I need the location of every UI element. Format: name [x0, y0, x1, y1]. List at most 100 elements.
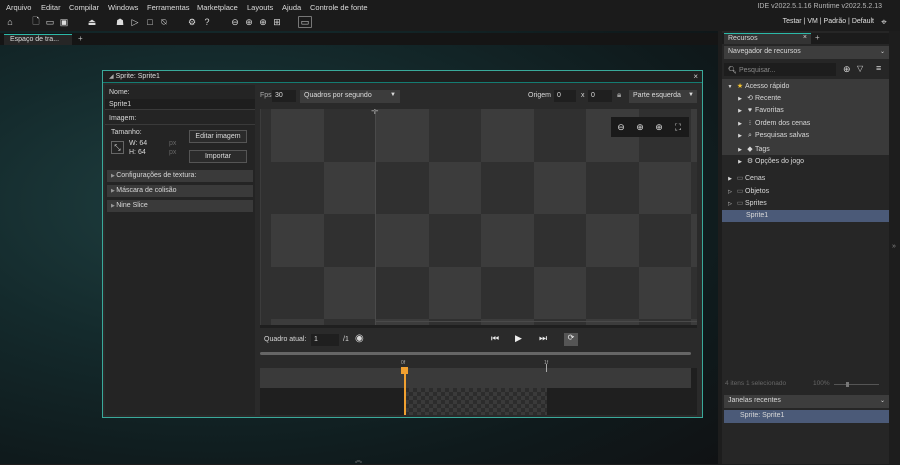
menu-ajuda[interactable]: Ajuda: [282, 3, 301, 12]
resources-tab[interactable]: Recursos ×: [724, 33, 811, 44]
timeline[interactable]: 0f 1f: [260, 360, 697, 415]
recent-windows-header[interactable]: Janelas recentes ⌄: [724, 395, 889, 408]
origin-marker-icon[interactable]: ✛: [371, 109, 379, 117]
resize-icon[interactable]: ⤡: [111, 141, 124, 154]
section-label: Configurações de textura:: [116, 172, 197, 179]
right-collapse-icon[interactable]: »: [892, 243, 896, 250]
zoom-out-icon[interactable]: ⊖: [615, 121, 627, 133]
open-folder-icon[interactable]: ▭: [44, 16, 56, 28]
new-file-icon[interactable]: 🗋: [30, 16, 42, 28]
play-icon[interactable]: ▷: [129, 16, 141, 28]
first-frame-icon[interactable]: ⏮: [491, 333, 499, 344]
play-icon[interactable]: ▶: [515, 333, 522, 344]
lock-icon[interactable]: 🔒︎: [617, 90, 621, 100]
section-texture-settings[interactable]: ▶ Configurações de textura:: [107, 170, 253, 182]
sprite-canvas[interactable]: ✛ ⊖ ⊕ ⊕ ⛶: [260, 109, 697, 325]
help-icon[interactable]: ?: [201, 16, 213, 28]
search-input[interactable]: 🔍︎ Pesquisar...: [724, 63, 836, 76]
edit-image-button[interactable]: Editar imagem: [189, 130, 247, 143]
chevron-right-icon: ▶: [738, 96, 742, 102]
name-field[interactable]: Sprite1: [105, 99, 255, 110]
resource-browser-header[interactable]: Navegador de recursos ⌄: [724, 46, 889, 59]
origin-anchor-select[interactable]: Parte esquerda ▼: [629, 90, 697, 103]
export-icon[interactable]: ⏏: [86, 16, 98, 28]
home-icon[interactable]: ⌂: [4, 16, 16, 28]
folder-objects[interactable]: ▷ ▭ Objetos: [722, 185, 889, 197]
folder-scenes[interactable]: ▶ ▭ Cenas: [722, 172, 889, 184]
save-icon[interactable]: ▣: [58, 16, 70, 28]
close-tab-button[interactable]: ×: [803, 34, 807, 41]
menu-controle-de-fonte[interactable]: Controle de fonte: [310, 3, 368, 12]
fps-input[interactable]: 30: [272, 90, 296, 102]
divider: [105, 124, 255, 125]
playhead[interactable]: [404, 371, 406, 415]
add-tab-button[interactable]: +: [78, 34, 83, 43]
checker-square: [428, 266, 481, 319]
menu-editar[interactable]: Editar: [41, 3, 61, 12]
quick-item-scene-order[interactable]: ▶ ⁝ Ordem dos cenas: [722, 117, 889, 129]
canvas-origin-hline: [375, 321, 697, 322]
zoom-in-icon[interactable]: ⊕: [243, 16, 255, 28]
last-frame-icon[interactable]: ⏭: [539, 333, 547, 344]
fps-mode-select[interactable]: Quadros por segundo ▼: [300, 90, 400, 103]
quick-item-game-options[interactable]: ▶ ⚙ Opções do jogo: [722, 155, 889, 167]
folder-label: Cenas: [745, 175, 766, 182]
menu-icon[interactable]: ≡: [876, 63, 881, 73]
quick-item-tags[interactable]: ▶ ◆ Tags: [722, 143, 889, 155]
size-label: Tamanho:: [111, 129, 142, 136]
workspace-tab[interactable]: Espaço de tra...: [4, 34, 72, 45]
menu-windows[interactable]: Windows: [108, 3, 138, 12]
add-resource-icon[interactable]: ⊕: [843, 64, 851, 75]
fit-icon[interactable]: ⊞: [271, 16, 283, 28]
clean-icon[interactable]: ⍉: [158, 16, 170, 28]
quick-item-recent[interactable]: ▶ ⟲ Recente: [722, 92, 889, 104]
menu-compilar[interactable]: Compilar: [69, 3, 99, 12]
quick-item-favorites[interactable]: ▶ ♥ Favoritas: [722, 105, 889, 117]
add-tab-button[interactable]: +: [815, 33, 820, 42]
resource-item-sprite1[interactable]: Sprite1: [722, 210, 889, 222]
quick-item-label: Favoritas: [755, 107, 784, 114]
layout-toggle-icon[interactable]: ▭: [298, 16, 312, 28]
resource-browser-title: Navegador de recursos: [728, 48, 801, 55]
zoom-reset-icon[interactable]: ⊕: [257, 16, 269, 28]
zoom-slider-handle[interactable]: [846, 382, 849, 387]
debug-icon[interactable]: ☗: [114, 16, 126, 28]
zoom-reset-icon[interactable]: ⊕: [653, 121, 665, 133]
close-window-button[interactable]: ×: [693, 72, 698, 81]
sprite-window-titlebar[interactable]: ◢ Sprite: Sprite1 ×: [103, 71, 702, 83]
quick-item-saved-searches[interactable]: ▶ ⌕ Pesquisas salvas: [722, 130, 889, 142]
section-collision-mask[interactable]: ▶ Máscara de colisão: [107, 185, 253, 197]
folder-icon: ▭: [736, 175, 744, 182]
height-value: H: 64: [129, 149, 146, 156]
origin-x-input[interactable]: 0: [554, 90, 576, 102]
menu-ferramentas[interactable]: Ferramentas: [147, 3, 190, 12]
folder-sprites[interactable]: ▷ ▭ Sprites: [722, 197, 889, 209]
checker-square: [376, 214, 429, 267]
quick-access-row[interactable]: ▼ ★ Acesso rápido: [722, 80, 889, 92]
onion-skin-icon[interactable]: ◉: [355, 333, 364, 344]
menu-arquivo[interactable]: Arquivo: [6, 3, 31, 12]
fullscreen-icon[interactable]: ⛶: [672, 121, 684, 133]
zoom-in-icon[interactable]: ⊕: [634, 121, 646, 133]
canvas-scrollbar[interactable]: [260, 325, 697, 328]
filter-icon[interactable]: ▽: [857, 64, 863, 73]
section-nine-slice[interactable]: ▶ Nine Slice: [107, 200, 253, 212]
import-button[interactable]: Importar: [189, 150, 247, 163]
collapse-icon[interactable]: ◢: [109, 74, 114, 80]
zoom-out-icon[interactable]: ⊖: [229, 16, 241, 28]
menu-marketplace[interactable]: Marketplace: [197, 3, 238, 12]
origin-y-input[interactable]: 0: [588, 90, 612, 102]
target-selector[interactable]: Testar | VM | Padrão | Default: [783, 18, 874, 25]
quick-item-label: Pesquisas salvas: [755, 132, 810, 139]
timeline-range-bar[interactable]: [260, 352, 691, 355]
timeline-frame-thumbnail[interactable]: [405, 388, 547, 415]
settings-icon[interactable]: ⚙: [186, 16, 198, 28]
target-icon[interactable]: ⌖: [878, 16, 890, 28]
current-frame-input[interactable]: 1: [311, 334, 339, 346]
current-frame-label: Quadro atual:: [264, 336, 307, 343]
recent-window-item[interactable]: Sprite: Sprite1: [724, 410, 889, 423]
menu-layouts[interactable]: Layouts: [247, 3, 273, 12]
zoom-slider[interactable]: [834, 384, 879, 385]
loop-icon[interactable]: ⟳: [564, 333, 578, 346]
stop-icon[interactable]: □: [144, 16, 156, 28]
